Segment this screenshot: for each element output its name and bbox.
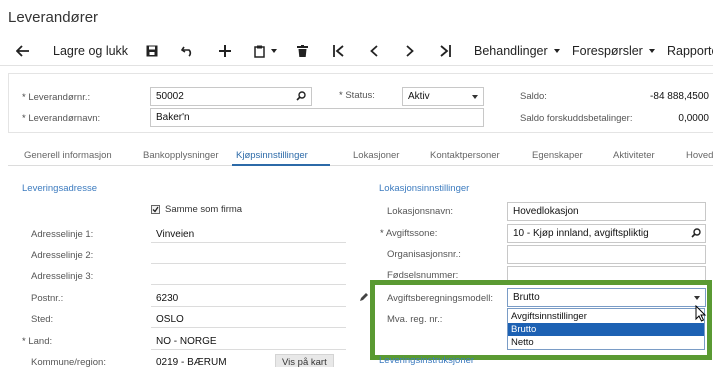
tab-bankopplysninger[interactable]: Bankopplysninger: [143, 150, 219, 161]
postnr-label: Postnr.:: [31, 293, 64, 304]
checkbox-checked-icon: [151, 205, 160, 214]
first-record-icon[interactable]: [333, 41, 344, 61]
org-no-label: Organisasjonsnr.:: [387, 249, 461, 260]
org-no-field[interactable]: [507, 245, 706, 264]
status-label: * Status:: [339, 90, 375, 101]
edit-pencil-icon[interactable]: [359, 292, 369, 302]
add-icon[interactable]: [219, 41, 231, 61]
addr1-label: Adresselinje 1:: [31, 229, 94, 240]
addr3-label: Adresselinje 3:: [31, 271, 94, 282]
last-record-icon[interactable]: [440, 41, 451, 61]
tax-model-select[interactable]: Brutto: [507, 288, 706, 307]
option-netto[interactable]: Netto: [508, 336, 704, 349]
vendor-name-label: * Leverandørnavn:: [22, 113, 101, 124]
addr2-label: Adresselinje 2:: [31, 250, 94, 261]
toolbar: Lagre og lukk Behandlinger Forespørsler …: [0, 36, 713, 66]
sted-label: Sted:: [31, 314, 54, 325]
undo-icon[interactable]: [181, 41, 194, 61]
saldo-label: Saldo:: [520, 91, 547, 102]
same-as-company-label: Samme som firma: [165, 204, 243, 215]
delivery-address-heading: Leveringsadresse: [22, 183, 97, 194]
vendor-name-field[interactable]: Baker'n: [150, 108, 484, 127]
tab-kjopsinnstillinger[interactable]: Kjøpsinnstillinger: [236, 150, 308, 161]
next-record-icon[interactable]: [406, 41, 414, 61]
location-name-label: Lokasjonsnavn:: [387, 206, 454, 217]
tax-model-dropdown: Avgiftsinnstillinger Brutto Netto: [507, 308, 705, 350]
save-close-button[interactable]: Lagre og lukk: [53, 41, 128, 61]
tab-kontaktpersoner[interactable]: Kontaktpersoner: [430, 150, 500, 161]
tab-bar: Generell informasjon Bankopplysninger Kj…: [8, 148, 713, 166]
chevron-down-icon: [648, 49, 655, 53]
vendor-no-label: * Leverandørnr.:: [22, 92, 91, 103]
option-brutto[interactable]: Brutto: [508, 323, 704, 336]
addr1-field[interactable]: Vinveien: [156, 229, 194, 240]
active-tab-indicator: [232, 164, 330, 166]
search-icon: [691, 228, 701, 238]
location-name-field[interactable]: Hovedlokasjon: [507, 202, 706, 221]
tab-hoved[interactable]: Hoved: [686, 150, 713, 161]
prepay-value: 0,0000: [678, 113, 709, 124]
land-label: * Land:: [22, 336, 53, 347]
status-select[interactable]: Aktiv: [402, 87, 484, 106]
postnr-field[interactable]: 6230: [156, 293, 178, 304]
back-icon[interactable]: [16, 41, 30, 61]
page-title: Leverandører: [8, 9, 99, 26]
copy-paste-icon[interactable]: [254, 41, 277, 61]
previous-record-icon[interactable]: [370, 41, 378, 61]
sted-field[interactable]: OSLO: [156, 314, 184, 325]
foresporsler-label: Forespørsler: [572, 44, 643, 58]
tax-zone-label: * Avgiftssone:: [380, 228, 438, 239]
search-icon: [296, 91, 306, 101]
save-icon[interactable]: [146, 41, 158, 61]
saldo-value: -84 888,4500: [650, 91, 709, 102]
chevron-down-icon: [694, 296, 700, 300]
vendor-no-field[interactable]: 50002: [150, 87, 312, 106]
show-on-map-button[interactable]: Vis på kart: [275, 354, 334, 367]
tab-aktiviteter[interactable]: Aktiviteter: [613, 150, 655, 161]
chevron-down-icon: [472, 95, 478, 99]
tab-egenskaper[interactable]: Egenskaper: [532, 150, 583, 161]
option-avgiftsinnstillinger[interactable]: Avgiftsinnstillinger: [508, 310, 704, 323]
tax-model-label: Avgiftsberegningsmodell:: [387, 293, 493, 304]
vat-reg-label: Mva. reg. nr.:: [387, 314, 443, 325]
foresporsler-menu[interactable]: Forespørsler: [572, 41, 655, 61]
delete-icon[interactable]: [297, 41, 308, 61]
behandlinger-menu[interactable]: Behandlinger: [474, 41, 560, 61]
kommune-label: Kommune/region:: [31, 357, 106, 367]
tax-zone-field[interactable]: 10 - Kjøp innland, avgiftspliktig: [507, 224, 706, 243]
tab-lokasjoner[interactable]: Lokasjoner: [353, 150, 399, 161]
delivery-instructions-heading: Leveringsinstruksjoner: [379, 356, 475, 366]
land-field[interactable]: NO - NORGE: [156, 336, 217, 347]
mouse-cursor-icon: [695, 305, 707, 322]
kommune-field[interactable]: 0219 - BÆRUM: [156, 357, 227, 367]
rapporter-menu[interactable]: Rapporte: [667, 41, 713, 61]
summary-panel: * Leverandørnr.: 50002 * Status: Aktiv S…: [8, 73, 713, 133]
tab-generell-informasjon[interactable]: Generell informasjon: [24, 150, 112, 161]
behandlinger-label: Behandlinger: [474, 44, 548, 58]
prepay-label: Saldo forskuddsbetalinger:: [520, 113, 633, 124]
location-settings-heading: Lokasjonsinnstillinger: [379, 183, 470, 194]
chevron-down-icon: [553, 49, 560, 53]
same-as-company-checkbox[interactable]: Samme som firma: [151, 204, 242, 215]
